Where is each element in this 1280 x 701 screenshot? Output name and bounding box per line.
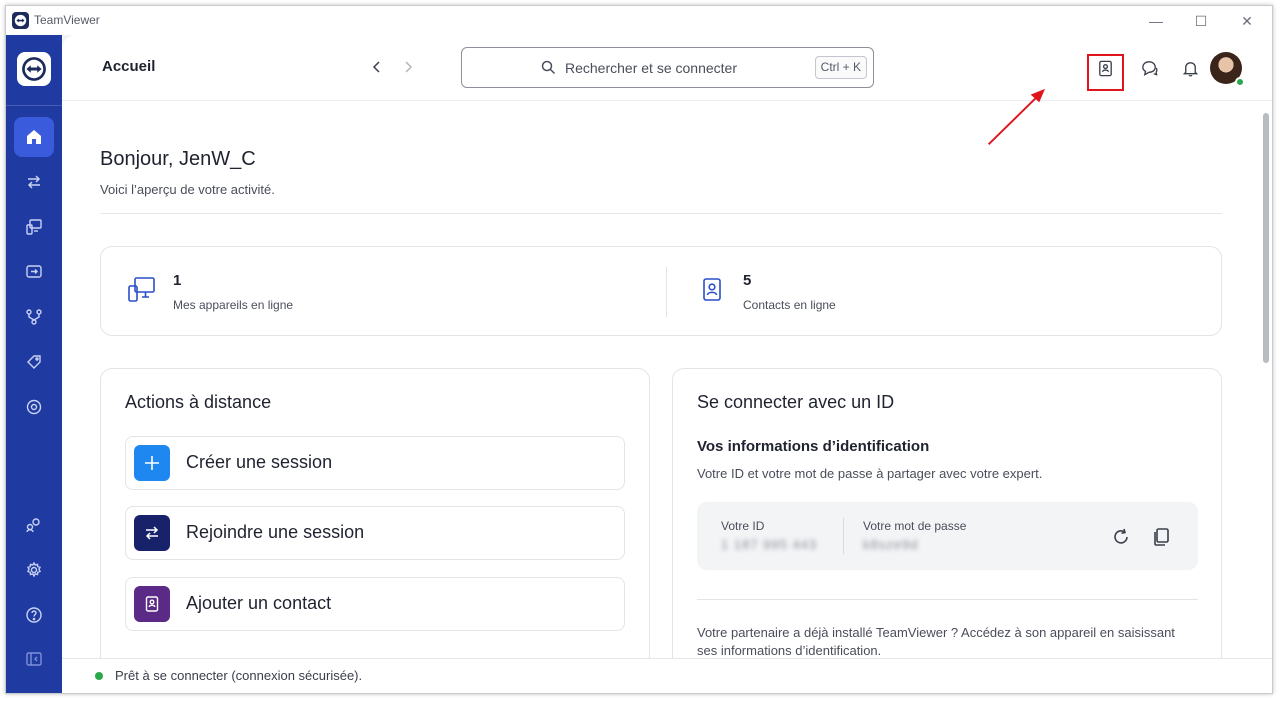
devices-icon <box>26 219 42 235</box>
chevron-left-icon <box>372 61 380 73</box>
teamviewer-logo-icon[interactable] <box>17 52 51 86</box>
scrollbar-thumb[interactable] <box>1263 113 1269 363</box>
devices-icon <box>128 277 155 302</box>
partner-info-text: Votre partenaire a déjà installé TeamVie… <box>697 625 1175 658</box>
plus-icon <box>134 445 170 481</box>
contacts-icon <box>703 278 721 301</box>
teamviewer-logo-icon <box>12 12 29 29</box>
remote-actions-card: Actions à distance Créer une session Rej… <box>100 368 650 693</box>
forward-button[interactable] <box>398 57 418 77</box>
back-button[interactable] <box>367 57 387 77</box>
divider <box>843 518 844 554</box>
sidebar-divider <box>6 105 62 106</box>
chat-button[interactable] <box>1134 53 1164 83</box>
sidebar-item-tags[interactable] <box>14 342 54 382</box>
card-title: Se connecter avec un ID <box>697 392 895 412</box>
workflow-icon <box>26 309 42 325</box>
users-icon <box>26 518 40 533</box>
sidebar-item-workflow[interactable] <box>14 297 54 337</box>
transfer-icon <box>27 175 41 189</box>
teamviewer-window: TeamViewer — ☐ ✕ Accueil Rechercher et s… <box>5 5 1273 694</box>
sidebar-item-settings[interactable] <box>14 550 54 590</box>
search-icon <box>541 60 556 75</box>
password-value[interactable]: k8sze9d <box>863 537 918 552</box>
password-label: Votre mot de passe <box>863 519 967 533</box>
sidebar-item-collapse[interactable] <box>14 639 54 679</box>
sidebar-item-home[interactable] <box>14 117 54 157</box>
refresh-icon <box>1114 528 1128 544</box>
gear-icon <box>27 561 41 578</box>
stat-online-devices[interactable]: 1 Mes appareils en ligne <box>101 247 661 337</box>
sidebar-item-remote[interactable] <box>14 252 54 292</box>
sidebar-item-transfer[interactable] <box>14 162 54 202</box>
credentials-description: Votre ID et votre mot de passe à partage… <box>697 466 1043 481</box>
credentials-title: Vos informations d’identification <box>697 438 930 455</box>
id-value[interactable]: 1 187 995 443 <box>721 537 817 552</box>
minimize-button[interactable]: — <box>1142 10 1170 32</box>
help-icon <box>26 607 42 623</box>
divider <box>666 267 667 317</box>
home-icon <box>27 130 41 144</box>
action-label: Rejoindre une session <box>186 522 365 542</box>
greeting-title: Bonjour, JenW_C <box>100 148 256 170</box>
tag-icon <box>27 355 41 369</box>
status-bar: Prêt à se connecter (connexion sécurisée… <box>62 658 1272 693</box>
highlight-box <box>1087 54 1124 91</box>
add-contact-button[interactable]: Ajouter un contact <box>125 577 625 631</box>
window-title: TeamViewer <box>34 13 100 27</box>
divider <box>100 213 1222 214</box>
page-title: Accueil <box>102 58 156 75</box>
create-session-button[interactable]: Créer une session <box>125 436 625 490</box>
contacts-icon <box>134 586 170 622</box>
status-text: Prêt à se connecter (connexion sécurisée… <box>115 668 363 683</box>
header: Accueil Rechercher et se connecter Ctrl … <box>62 35 1272 101</box>
card-title: Actions à distance <box>125 392 272 412</box>
transfer-icon <box>134 515 170 551</box>
search-input[interactable]: Rechercher et se connecter Ctrl + K <box>461 47 874 88</box>
maximize-button[interactable]: ☐ <box>1187 10 1215 32</box>
notifications-button[interactable] <box>1175 53 1205 83</box>
id-label: Votre ID <box>721 519 765 533</box>
action-label: Ajouter un contact <box>186 593 332 613</box>
collapse-sidebar-icon <box>26 652 42 666</box>
refresh-password-button[interactable] <box>1110 526 1132 548</box>
sidebar <box>6 35 62 693</box>
stat-value: 1 <box>173 272 182 289</box>
content-area: Bonjour, JenW_C Voici l’aperçu de votre … <box>62 102 1260 693</box>
main-panel: Accueil Rechercher et se connecter Ctrl … <box>62 35 1272 693</box>
sidebar-item-help[interactable] <box>14 595 54 635</box>
chat-icon <box>1141 60 1158 76</box>
remote-session-icon <box>26 265 42 278</box>
copy-button[interactable] <box>1150 526 1172 548</box>
copy-icon <box>1154 528 1169 546</box>
stats-card: 1 Mes appareils en ligne 5 Contacts en l… <box>100 246 1222 336</box>
divider <box>697 599 1198 600</box>
search-shortcut-badge: Ctrl + K <box>814 56 867 79</box>
stat-label: Mes appareils en ligne <box>173 298 294 312</box>
sidebar-item-users[interactable] <box>14 505 54 545</box>
monitoring-icon <box>26 399 42 415</box>
join-session-button[interactable]: Rejoindre une session <box>125 506 625 560</box>
greeting-subtitle: Voici l’aperçu de votre activité. <box>100 182 275 197</box>
chevron-right-icon <box>405 61 413 73</box>
sidebar-item-monitoring[interactable] <box>14 387 54 427</box>
stat-label: Contacts en ligne <box>743 298 836 312</box>
close-window-button[interactable]: ✕ <box>1233 10 1261 32</box>
stat-value: 5 <box>743 272 752 289</box>
action-label: Créer une session <box>186 452 333 472</box>
online-status-indicator <box>1235 77 1245 87</box>
status-dot <box>95 672 103 680</box>
bell-icon <box>1182 61 1198 77</box>
stat-online-contacts[interactable]: 5 Contacts en ligne <box>671 247 1221 337</box>
sidebar-item-devices[interactable] <box>14 207 54 247</box>
search-placeholder: Rechercher et se connecter <box>565 60 737 76</box>
credentials-box: Votre ID 1 187 995 443 Votre mot de pass… <box>697 502 1198 570</box>
title-bar: TeamViewer — ☐ ✕ <box>6 6 1272 35</box>
connect-by-id-card: Se connecter avec un ID Vos informations… <box>672 368 1222 693</box>
